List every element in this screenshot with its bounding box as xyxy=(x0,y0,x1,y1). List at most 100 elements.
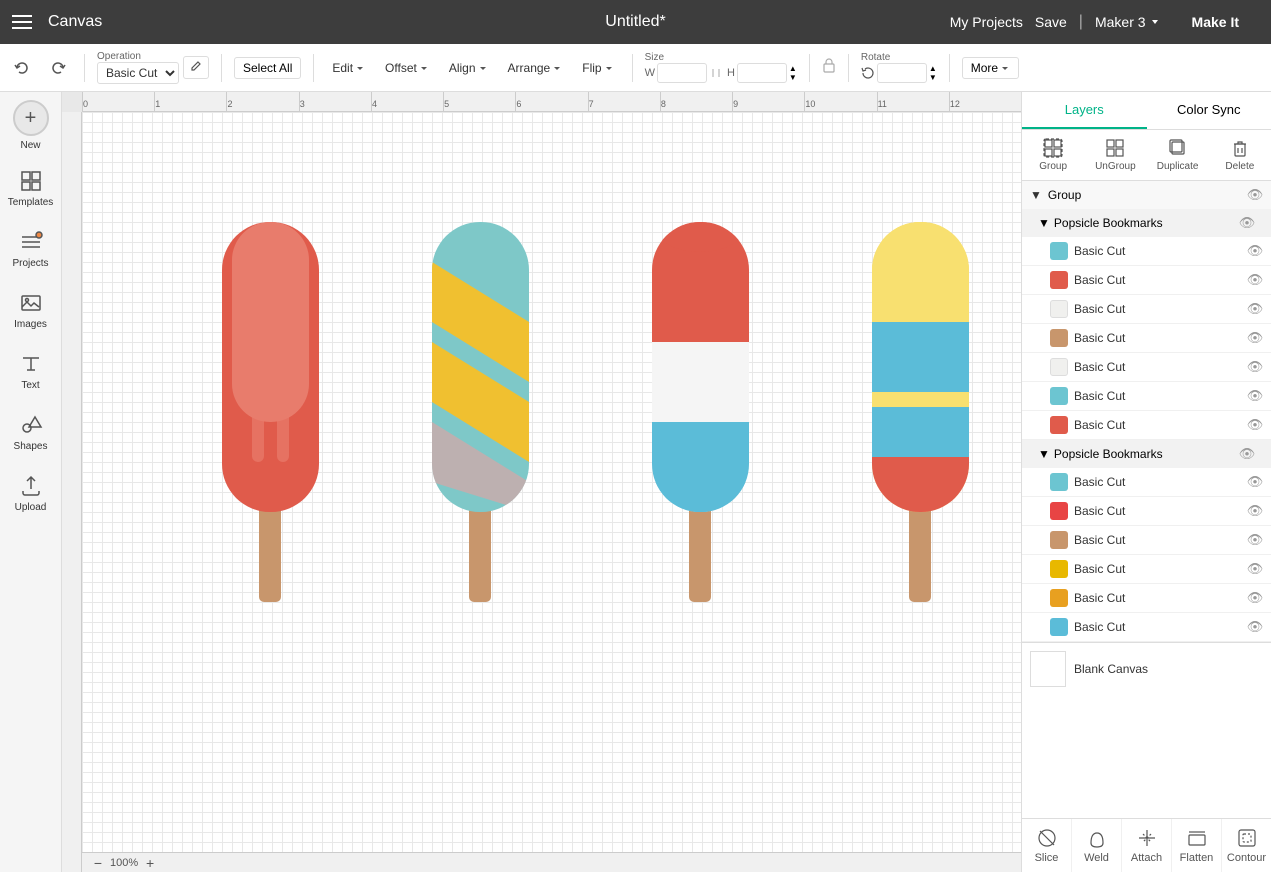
upload-label: Upload xyxy=(15,502,47,513)
eye-bc11[interactable]: 👁 xyxy=(1247,561,1263,577)
subgroup1-eye[interactable]: 👁 xyxy=(1239,215,1255,231)
select-all-button[interactable]: Select All xyxy=(234,57,301,79)
eye-bc8[interactable]: 👁 xyxy=(1247,474,1263,490)
new-button[interactable]: + xyxy=(13,100,49,136)
eye-bc7[interactable]: 👁 xyxy=(1247,417,1263,433)
delete-button[interactable]: Delete xyxy=(1209,130,1271,180)
sidebar-item-text[interactable]: Text xyxy=(4,342,58,399)
zoom-in-button[interactable]: + xyxy=(142,855,158,871)
eye-bc9[interactable]: 👁 xyxy=(1247,503,1263,519)
ruler-top: 0123456789101112 xyxy=(82,92,1021,112)
eye-bc6[interactable]: 👁 xyxy=(1247,388,1263,404)
eye-bc3[interactable]: 👁 xyxy=(1247,301,1263,317)
eye-bc4[interactable]: 👁 xyxy=(1247,330,1263,346)
grid-canvas[interactable] xyxy=(82,112,1021,852)
subgroup-pb2[interactable]: ▼ Popsicle Bookmarks 👁 xyxy=(1022,440,1271,468)
attach-button[interactable]: Attach xyxy=(1122,819,1172,872)
eye-bc1[interactable]: 👁 xyxy=(1247,243,1263,259)
height-input[interactable] xyxy=(737,63,787,83)
lock-icon[interactable] xyxy=(822,57,836,78)
blank-canvas-row: Blank Canvas xyxy=(1022,642,1271,695)
eye-bc10[interactable]: 👁 xyxy=(1247,532,1263,548)
menu-icon[interactable] xyxy=(12,15,32,29)
eye-bc13[interactable]: 👁 xyxy=(1247,619,1263,635)
sidebar-item-templates[interactable]: Templates xyxy=(4,159,58,216)
layer-item-bc5: Basic Cut 👁 xyxy=(1022,353,1271,382)
zoom-level: 100% xyxy=(110,857,138,869)
layer-item-bc11: Basic Cut 👁 xyxy=(1022,555,1271,584)
tab-color-sync[interactable]: Color Sync xyxy=(1147,92,1271,129)
flatten-button[interactable]: Flatten xyxy=(1172,819,1222,872)
layer-group-main: ▼ Group 👁 ▼ Popsicle Bookmarks 👁 Basic C… xyxy=(1022,181,1271,642)
edit-button[interactable]: Edit xyxy=(326,57,371,79)
save-button[interactable]: Save xyxy=(1035,14,1067,30)
eye-bc2[interactable]: 👁 xyxy=(1247,272,1263,288)
ungroup-button[interactable]: UnGroup xyxy=(1084,130,1146,180)
undo-button[interactable] xyxy=(8,56,36,80)
rotate-input[interactable] xyxy=(877,63,927,83)
layer-item-bc1: Basic Cut 👁 xyxy=(1022,237,1271,266)
upload-icon xyxy=(17,472,45,500)
contour-button[interactable]: Contour xyxy=(1222,819,1271,872)
panel-tabs: Layers Color Sync xyxy=(1022,92,1271,130)
projects-label: Projects xyxy=(12,258,48,269)
eye-bc5[interactable]: 👁 xyxy=(1247,359,1263,375)
pencil-button[interactable] xyxy=(183,56,209,79)
layer-group-header[interactable]: ▼ Group 👁 xyxy=(1022,181,1271,209)
my-projects-button[interactable]: My Projects xyxy=(950,14,1023,30)
weld-button[interactable]: Weld xyxy=(1072,819,1122,872)
redo-button[interactable] xyxy=(44,56,72,80)
operation-group: Operation Basic Cut xyxy=(97,51,209,84)
doc-title: Untitled* xyxy=(605,13,665,31)
layer-actions: Group UnGroup Duplicate Delete xyxy=(1022,130,1271,181)
duplicate-button[interactable]: Duplicate xyxy=(1147,130,1209,180)
sidebar-item-images[interactable]: Images xyxy=(4,281,58,338)
group-toggle[interactable]: ▼ xyxy=(1030,188,1042,202)
layer-item-bc8: Basic Cut 👁 xyxy=(1022,468,1271,497)
swatch-bc7 xyxy=(1050,416,1068,434)
popsicle-illustration xyxy=(182,122,1021,822)
more-button[interactable]: More xyxy=(962,57,1019,79)
swatch-bc8 xyxy=(1050,473,1068,491)
layer-item-bc7: Basic Cut 👁 xyxy=(1022,411,1271,440)
subgroup2-eye[interactable]: 👁 xyxy=(1239,446,1255,462)
layer-item-bc9: Basic Cut 👁 xyxy=(1022,497,1271,526)
maker-selector[interactable]: Maker 3 xyxy=(1095,14,1160,30)
projects-icon xyxy=(17,228,45,256)
group-button[interactable]: Group xyxy=(1022,130,1084,180)
swatch-bc10 xyxy=(1050,531,1068,549)
main-area: + New Templates Projects Images Text xyxy=(0,92,1271,872)
subgroup-pb1[interactable]: ▼ Popsicle Bookmarks 👁 xyxy=(1022,209,1271,237)
sidebar-item-shapes[interactable]: Shapes xyxy=(4,403,58,460)
swatch-bc13 xyxy=(1050,618,1068,636)
tab-layers[interactable]: Layers xyxy=(1022,92,1147,129)
sidebar-item-new-label: New xyxy=(20,140,40,151)
templates-label: Templates xyxy=(8,197,54,208)
arrange-button[interactable]: Arrange xyxy=(502,57,569,79)
swatch-bc6 xyxy=(1050,387,1068,405)
canvas-bottom: − 100% + xyxy=(82,852,1021,872)
h-label xyxy=(727,52,797,63)
width-input[interactable] xyxy=(657,63,707,83)
align-button[interactable]: Align xyxy=(443,57,494,79)
sidebar-item-upload[interactable]: Upload xyxy=(4,464,58,521)
flip-button[interactable]: Flip xyxy=(576,57,619,79)
make-it-button[interactable]: Make It xyxy=(1172,6,1259,38)
sidebar-item-projects[interactable]: Projects xyxy=(4,220,58,277)
operation-select[interactable]: Basic Cut xyxy=(97,62,179,84)
subgroup1-toggle[interactable]: ▼ xyxy=(1038,216,1050,230)
offset-button[interactable]: Offset xyxy=(379,57,435,79)
canvas-area[interactable]: 0123456789101112 xyxy=(62,92,1021,872)
group-eye[interactable]: 👁 xyxy=(1247,187,1263,203)
slice-button[interactable]: Slice xyxy=(1022,819,1072,872)
subgroup2-toggle[interactable]: ▼ xyxy=(1038,447,1050,461)
layers-list[interactable]: ▼ Group 👁 ▼ Popsicle Bookmarks 👁 Basic C… xyxy=(1022,181,1271,818)
eye-bc12[interactable]: 👁 xyxy=(1247,590,1263,606)
left-sidebar: + New Templates Projects Images Text xyxy=(0,92,62,872)
swatch-bc9 xyxy=(1050,502,1068,520)
right-panel: Layers Color Sync Group UnGroup Duplicat… xyxy=(1021,92,1271,872)
canvas-content[interactable] xyxy=(82,112,1021,852)
layer-item-bc4: Basic Cut 👁 xyxy=(1022,324,1271,353)
topbar: Canvas Untitled* My Projects Save | Make… xyxy=(0,0,1271,44)
zoom-out-button[interactable]: − xyxy=(90,855,106,871)
